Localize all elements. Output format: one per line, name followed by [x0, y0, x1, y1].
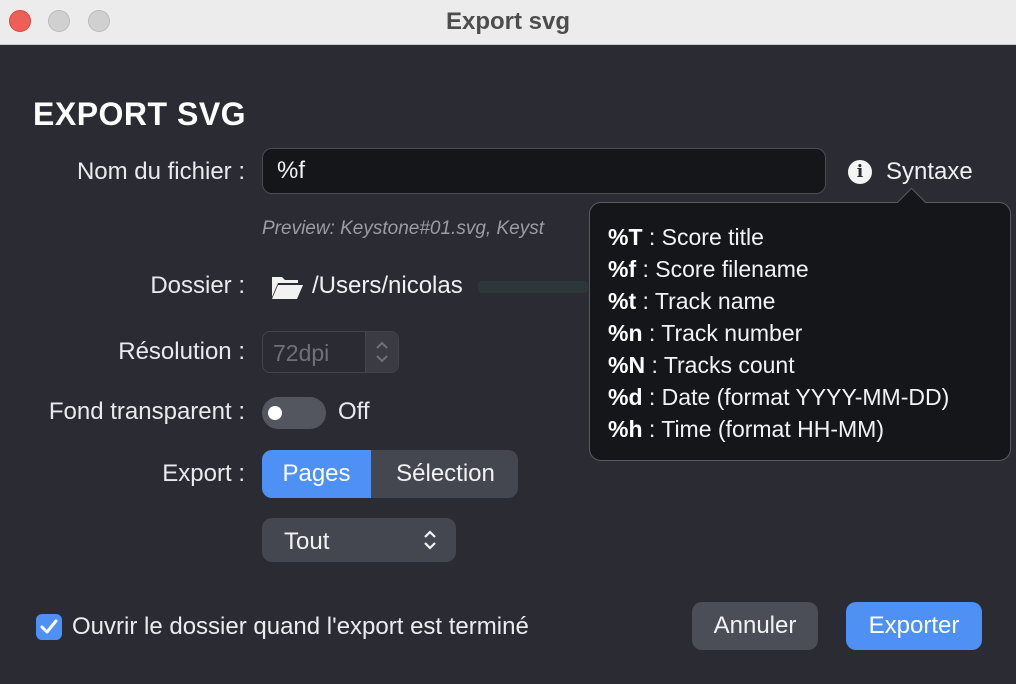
resolution-value: 72dpi: [273, 340, 330, 366]
info-icon[interactable]: i: [848, 160, 872, 184]
title-bar: Export svg: [0, 0, 1016, 45]
window-title: Export svg: [445, 8, 571, 35]
syntax-item: %n : Track number: [608, 320, 803, 346]
export-button[interactable]: Exporter: [846, 602, 982, 650]
filename-label: Nom du fichier :: [76, 158, 245, 185]
folder-path[interactable]: /Users/nicolas: [312, 272, 463, 300]
filename-preview: Preview: Keystone#01.svg, Keyst: [262, 218, 544, 239]
toggle-knob: [268, 406, 282, 420]
syntax-popover: %T : Score title %f : Score filename %t …: [589, 187, 1011, 461]
segment-pages[interactable]: Pages: [262, 450, 371, 498]
syntax-item: %h : Time (format HH-MM): [608, 416, 884, 442]
transparent-toggle[interactable]: [262, 397, 326, 429]
dialog-heading: EXPORT SVG: [33, 96, 247, 132]
chevron-up-down-icon: [424, 530, 436, 550]
syntax-item: %T : Score title: [608, 224, 764, 250]
syntax-item: %t : Track name: [608, 288, 776, 314]
stepper-arrows-icon: [376, 341, 388, 363]
filename-input[interactable]: %f: [262, 148, 826, 194]
open-folder-checkbox[interactable]: [36, 614, 62, 640]
folder-open-icon[interactable]: [270, 274, 304, 300]
transparent-label: Fond transparent :: [48, 398, 245, 425]
export-segmented-control: Pages Sélection: [262, 450, 518, 498]
syntax-link[interactable]: Syntaxe: [886, 158, 973, 186]
range-value: Tout: [284, 528, 330, 555]
export-label: Export :: [162, 460, 245, 487]
range-select[interactable]: Tout: [262, 518, 456, 562]
syntax-item: %N : Tracks count: [608, 352, 795, 378]
syntax-item: %d : Date (format YYYY-MM-DD): [608, 384, 950, 410]
resolution-label: Résolution :: [118, 338, 245, 365]
syntax-item: %f : Score filename: [608, 256, 809, 282]
open-folder-label[interactable]: Ouvrir le dossier quand l'export est ter…: [72, 613, 529, 641]
resolution-stepper[interactable]: 72dpi: [262, 331, 399, 373]
checkmark-icon: [40, 619, 58, 634]
toggle-state: Off: [338, 398, 370, 425]
redacted-path: [478, 281, 588, 293]
stepper-arrows[interactable]: [365, 332, 398, 372]
folder-label: Dossier :: [150, 272, 245, 299]
cancel-button[interactable]: Annuler: [692, 602, 818, 650]
segment-selection[interactable]: Sélection: [373, 450, 518, 498]
